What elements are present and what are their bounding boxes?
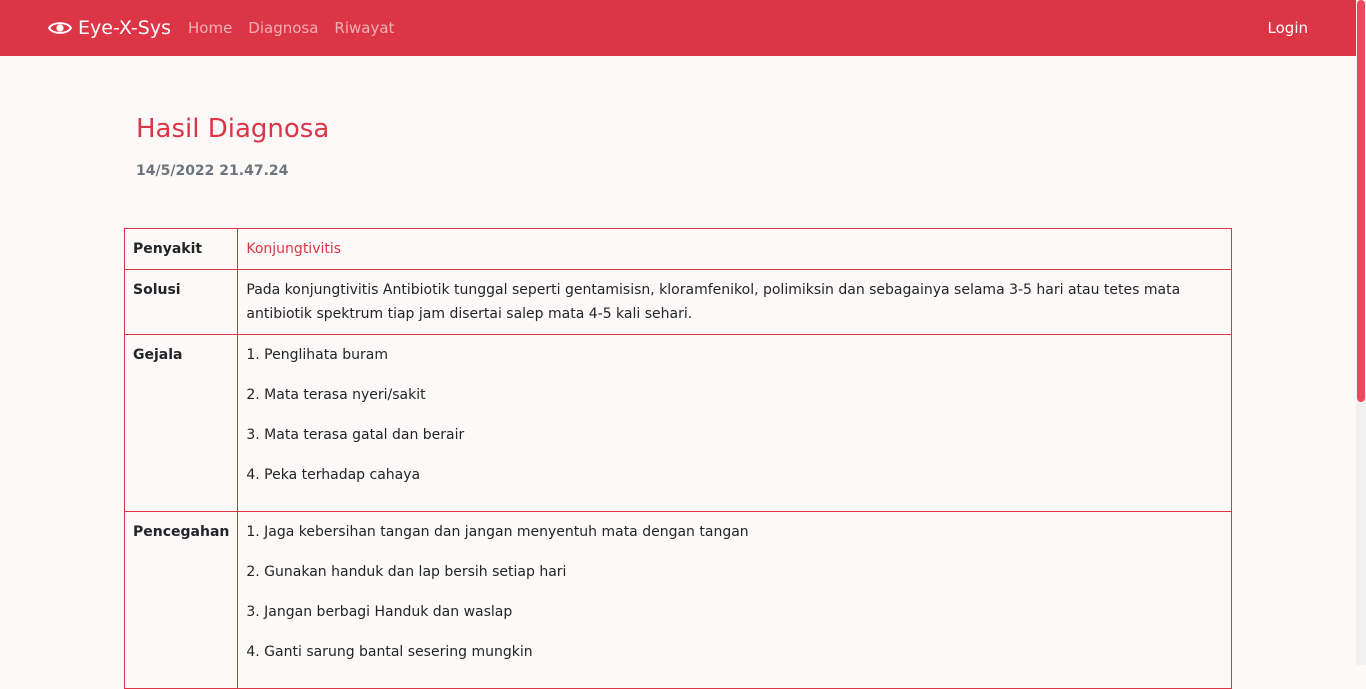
- list-item: 3. Jangan berbagi Handuk dan waslap: [246, 604, 513, 620]
- page-title: Hasil Diagnosa: [136, 114, 330, 144]
- brand-link[interactable]: Eye-X-Sys: [48, 16, 171, 40]
- list-item: 1. Penglihata buram: [246, 347, 388, 363]
- list-item: 2. Mata terasa nyeri/sakit: [246, 387, 426, 403]
- nav-riwayat[interactable]: Riwayat: [334, 18, 394, 38]
- list-item: 4. Peka terhadap cahaya: [246, 467, 421, 483]
- top-navbar: Eye-X-Sys Home Diagnosa Riwayat Login: [0, 0, 1356, 56]
- list-item: 1. Jaga kebersihan tangan dan jangan men…: [246, 524, 749, 540]
- penyakit-label: Penyakit: [123, 228, 239, 270]
- disease-name: Konjungtivitis: [237, 228, 1232, 270]
- symptom-list: 1. Penglihata buram 2. Mata terasa nyeri…: [237, 334, 1232, 512]
- brand-name: Eye-X-Sys: [78, 17, 171, 39]
- gejala-label: Gejala: [123, 334, 239, 512]
- nav-home[interactable]: Home: [188, 18, 232, 38]
- table-row-pencegahan: Pencegahan 1. Jaga kebersihan tangan dan…: [123, 511, 1232, 689]
- eye-icon: [48, 20, 72, 36]
- diagnosis-timestamp: 14/5/2022 21.47.24: [136, 163, 289, 179]
- solution-text: Pada konjungtivitis Antibiotik tunggal s…: [237, 269, 1232, 335]
- list-item: 3. Mata terasa gatal dan berair: [246, 427, 465, 443]
- solusi-label: Solusi: [123, 269, 239, 335]
- list-item: 2. Gunakan handuk dan lap bersih setiap …: [246, 564, 567, 580]
- nav-diagnosa[interactable]: Diagnosa: [248, 18, 318, 38]
- list-item: 4. Ganti sarung bantal sesering mungkin: [246, 644, 533, 660]
- page-scrollbar[interactable]: [1356, 0, 1366, 665]
- scrollbar-thumb[interactable]: [1357, 0, 1365, 402]
- login-link[interactable]: Login: [1268, 18, 1308, 38]
- diagnosis-result-table: Penyakit Konjungtivitis Solusi Pada konj…: [123, 228, 1232, 689]
- table-row-solusi: Solusi Pada konjungtivitis Antibiotik tu…: [123, 269, 1232, 335]
- table-row-gejala: Gejala 1. Penglihata buram 2. Mata teras…: [123, 334, 1232, 512]
- prevention-list: 1. Jaga kebersihan tangan dan jangan men…: [237, 511, 1232, 689]
- pencegahan-label: Pencegahan: [123, 511, 239, 689]
- table-row-penyakit: Penyakit Konjungtivitis: [123, 228, 1232, 270]
- nav-links: Home Diagnosa Riwayat: [188, 18, 394, 38]
